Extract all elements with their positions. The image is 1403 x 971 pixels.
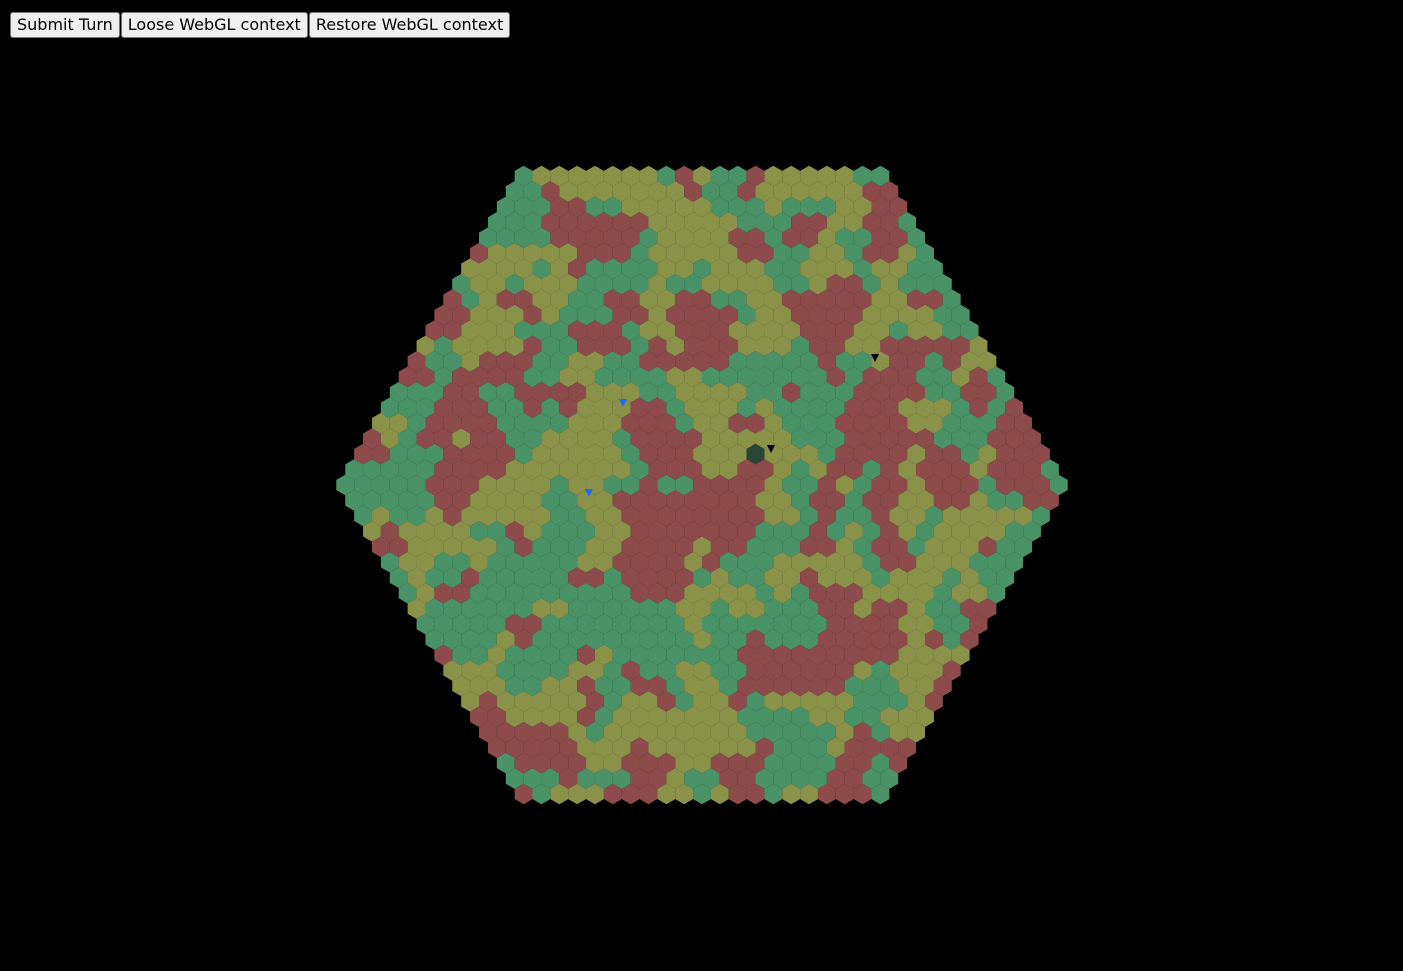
game-canvas[interactable] [0, 0, 1403, 971]
lose-webgl-context-button[interactable]: Loose WebGL context [120, 12, 308, 38]
hex-tile-layer[interactable] [336, 165, 1068, 805]
toolbar: Submit Turn Loose WebGL context Restore … [10, 12, 511, 38]
submit-turn-button[interactable]: Submit Turn [10, 12, 120, 38]
restore-webgl-context-button[interactable]: Restore WebGL context [308, 12, 511, 38]
